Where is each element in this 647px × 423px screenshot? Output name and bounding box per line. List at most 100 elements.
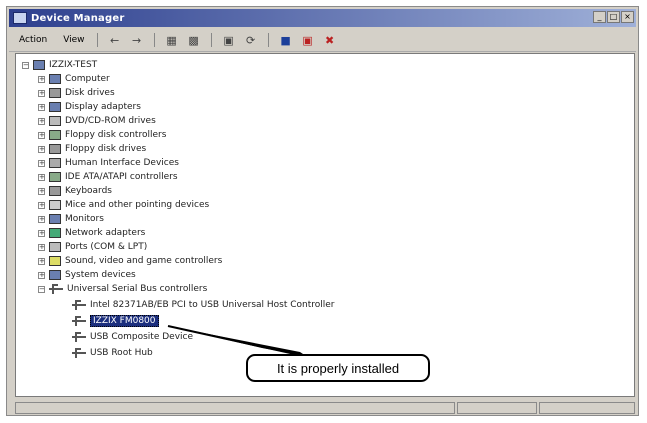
tree-item-label: Keyboards (65, 186, 112, 196)
tree-item-label: USB Root Hub (90, 348, 153, 358)
sound-icon (49, 256, 61, 266)
expand-icon[interactable]: + (38, 201, 45, 209)
monitor-icon (49, 214, 61, 224)
cd-rom-icon (49, 116, 61, 126)
tree-item-disk-drives[interactable]: + Disk drives (38, 86, 115, 100)
status-bar (15, 402, 635, 414)
status-pane (457, 402, 537, 414)
expand-icon[interactable]: + (38, 89, 45, 97)
tree-item-label: USB Composite Device (90, 332, 194, 342)
toolbar: Action View ← → ▦ ▩ ▣ ⟳ ■ ▣ ✖ (9, 29, 636, 52)
tree-item-floppy-controllers[interactable]: + Floppy disk controllers (38, 128, 166, 142)
expand-icon[interactable]: + (38, 159, 45, 167)
minimize-button[interactable]: _ (593, 11, 606, 23)
tree-item-usb-root-hub[interactable]: USB Root Hub (72, 346, 153, 360)
usb-icon (72, 332, 86, 342)
close-button[interactable]: × (621, 11, 634, 23)
usb-icon (72, 316, 86, 326)
toolbar-separator (153, 33, 155, 47)
tree-root-label: IZZIX-TEST (49, 60, 98, 70)
tree-item-label: Human Interface Devices (65, 158, 179, 168)
tree-item-izzix-fm0800[interactable]: IZZIX FM0800 (72, 314, 159, 328)
collapse-icon[interactable]: − (38, 285, 45, 293)
keyboard-icon (49, 186, 61, 196)
tree-item-label: IZZIX FM0800 (90, 315, 159, 327)
tree-item-computer[interactable]: + Computer (38, 72, 110, 86)
toolbar-separator (210, 33, 212, 47)
tree-item-label: Sound, video and game controllers (65, 256, 223, 266)
system-device-icon (49, 270, 61, 280)
tree-item-sound[interactable]: + Sound, video and game controllers (38, 254, 222, 268)
tree-item-mice[interactable]: + Mice and other pointing devices (38, 198, 209, 212)
hid-icon (49, 158, 61, 168)
disable-icon[interactable]: ▣ (300, 33, 316, 47)
title-bar[interactable]: Device Manager _ □ × (9, 9, 636, 27)
refresh-icon[interactable]: ⟳ (243, 33, 259, 47)
tree-item-dvd-drives[interactable]: + DVD/CD-ROM drives (38, 114, 156, 128)
tree-item-monitors[interactable]: + Monitors (38, 212, 104, 226)
tree-item-label: DVD/CD-ROM drives (65, 116, 156, 126)
ide-controller-icon (49, 172, 61, 182)
display-adapter-icon (49, 102, 61, 112)
expand-icon[interactable]: + (38, 117, 45, 125)
expand-icon[interactable]: + (38, 257, 45, 265)
tree-item-usb-controllers[interactable]: − Universal Serial Bus controllers (38, 282, 207, 296)
controller-icon (49, 130, 61, 140)
usb-icon (49, 284, 63, 294)
collapse-icon[interactable]: − (22, 61, 29, 69)
maximize-button[interactable]: □ (607, 11, 620, 23)
tree-item-label: Display adapters (65, 102, 141, 112)
tree-item-keyboards[interactable]: + Keyboards (38, 184, 112, 198)
expand-icon[interactable]: + (38, 75, 45, 83)
disk-drive-icon (49, 88, 61, 98)
print-icon[interactable]: ▩ (186, 33, 202, 47)
scan-hardware-icon[interactable]: ▣ (221, 33, 237, 47)
tree-item-system-devices[interactable]: + System devices (38, 268, 136, 282)
tree-item-usb-host-controller[interactable]: Intel 82371AB/EB PCI to USB Universal Ho… (72, 298, 335, 312)
properties-icon[interactable]: ▦ (164, 33, 180, 47)
forward-arrow-icon[interactable]: → (129, 33, 145, 47)
tree-root[interactable]: − IZZIX-TEST (22, 58, 97, 72)
toolbar-separator (267, 33, 269, 47)
uninstall-icon[interactable]: ■ (278, 33, 294, 47)
computer-icon (49, 74, 61, 84)
floppy-drive-icon (49, 144, 61, 154)
menu-view[interactable]: View (57, 35, 90, 45)
expand-icon[interactable]: + (38, 103, 45, 111)
expand-icon[interactable]: + (38, 243, 45, 251)
tree-item-label: Network adapters (65, 228, 146, 238)
mouse-icon (49, 200, 61, 210)
window-title: Device Manager (31, 12, 125, 24)
menu-action[interactable]: Action (13, 35, 53, 45)
expand-icon[interactable]: + (38, 229, 45, 237)
port-icon (49, 242, 61, 252)
tree-item-ide[interactable]: + IDE ATA/ATAPI controllers (38, 170, 178, 184)
tree-item-label: Universal Serial Bus controllers (67, 284, 208, 294)
device-tree[interactable]: − IZZIX-TEST + Computer + Disk drives + … (15, 53, 635, 397)
status-pane (539, 402, 635, 414)
expand-icon[interactable]: + (38, 215, 45, 223)
expand-icon[interactable]: + (38, 187, 45, 195)
expand-icon[interactable]: + (38, 145, 45, 153)
toolbar-separator (96, 33, 98, 47)
tree-item-label: Floppy disk drives (65, 144, 147, 154)
tree-item-label: Computer (65, 74, 110, 84)
tree-item-label: Monitors (65, 214, 104, 224)
usb-icon (72, 348, 86, 358)
expand-icon[interactable]: + (38, 173, 45, 181)
callout-annotation: It is properly installed (246, 354, 430, 382)
tree-item-label: Ports (COM & LPT) (65, 242, 148, 252)
tree-item-usb-composite[interactable]: USB Composite Device (72, 330, 193, 344)
status-pane (15, 402, 455, 414)
remove-icon[interactable]: ✖ (322, 33, 338, 47)
expand-icon[interactable]: + (38, 271, 45, 279)
tree-item-ports[interactable]: + Ports (COM & LPT) (38, 240, 147, 254)
device-manager-icon (13, 12, 27, 24)
tree-item-display-adapters[interactable]: + Display adapters (38, 100, 141, 114)
tree-item-floppy-drives[interactable]: + Floppy disk drives (38, 142, 146, 156)
tree-item-hid[interactable]: + Human Interface Devices (38, 156, 179, 170)
tree-item-label: IDE ATA/ATAPI controllers (65, 172, 178, 182)
expand-icon[interactable]: + (38, 131, 45, 139)
back-arrow-icon[interactable]: ← (107, 33, 123, 47)
tree-item-network[interactable]: + Network adapters (38, 226, 145, 240)
